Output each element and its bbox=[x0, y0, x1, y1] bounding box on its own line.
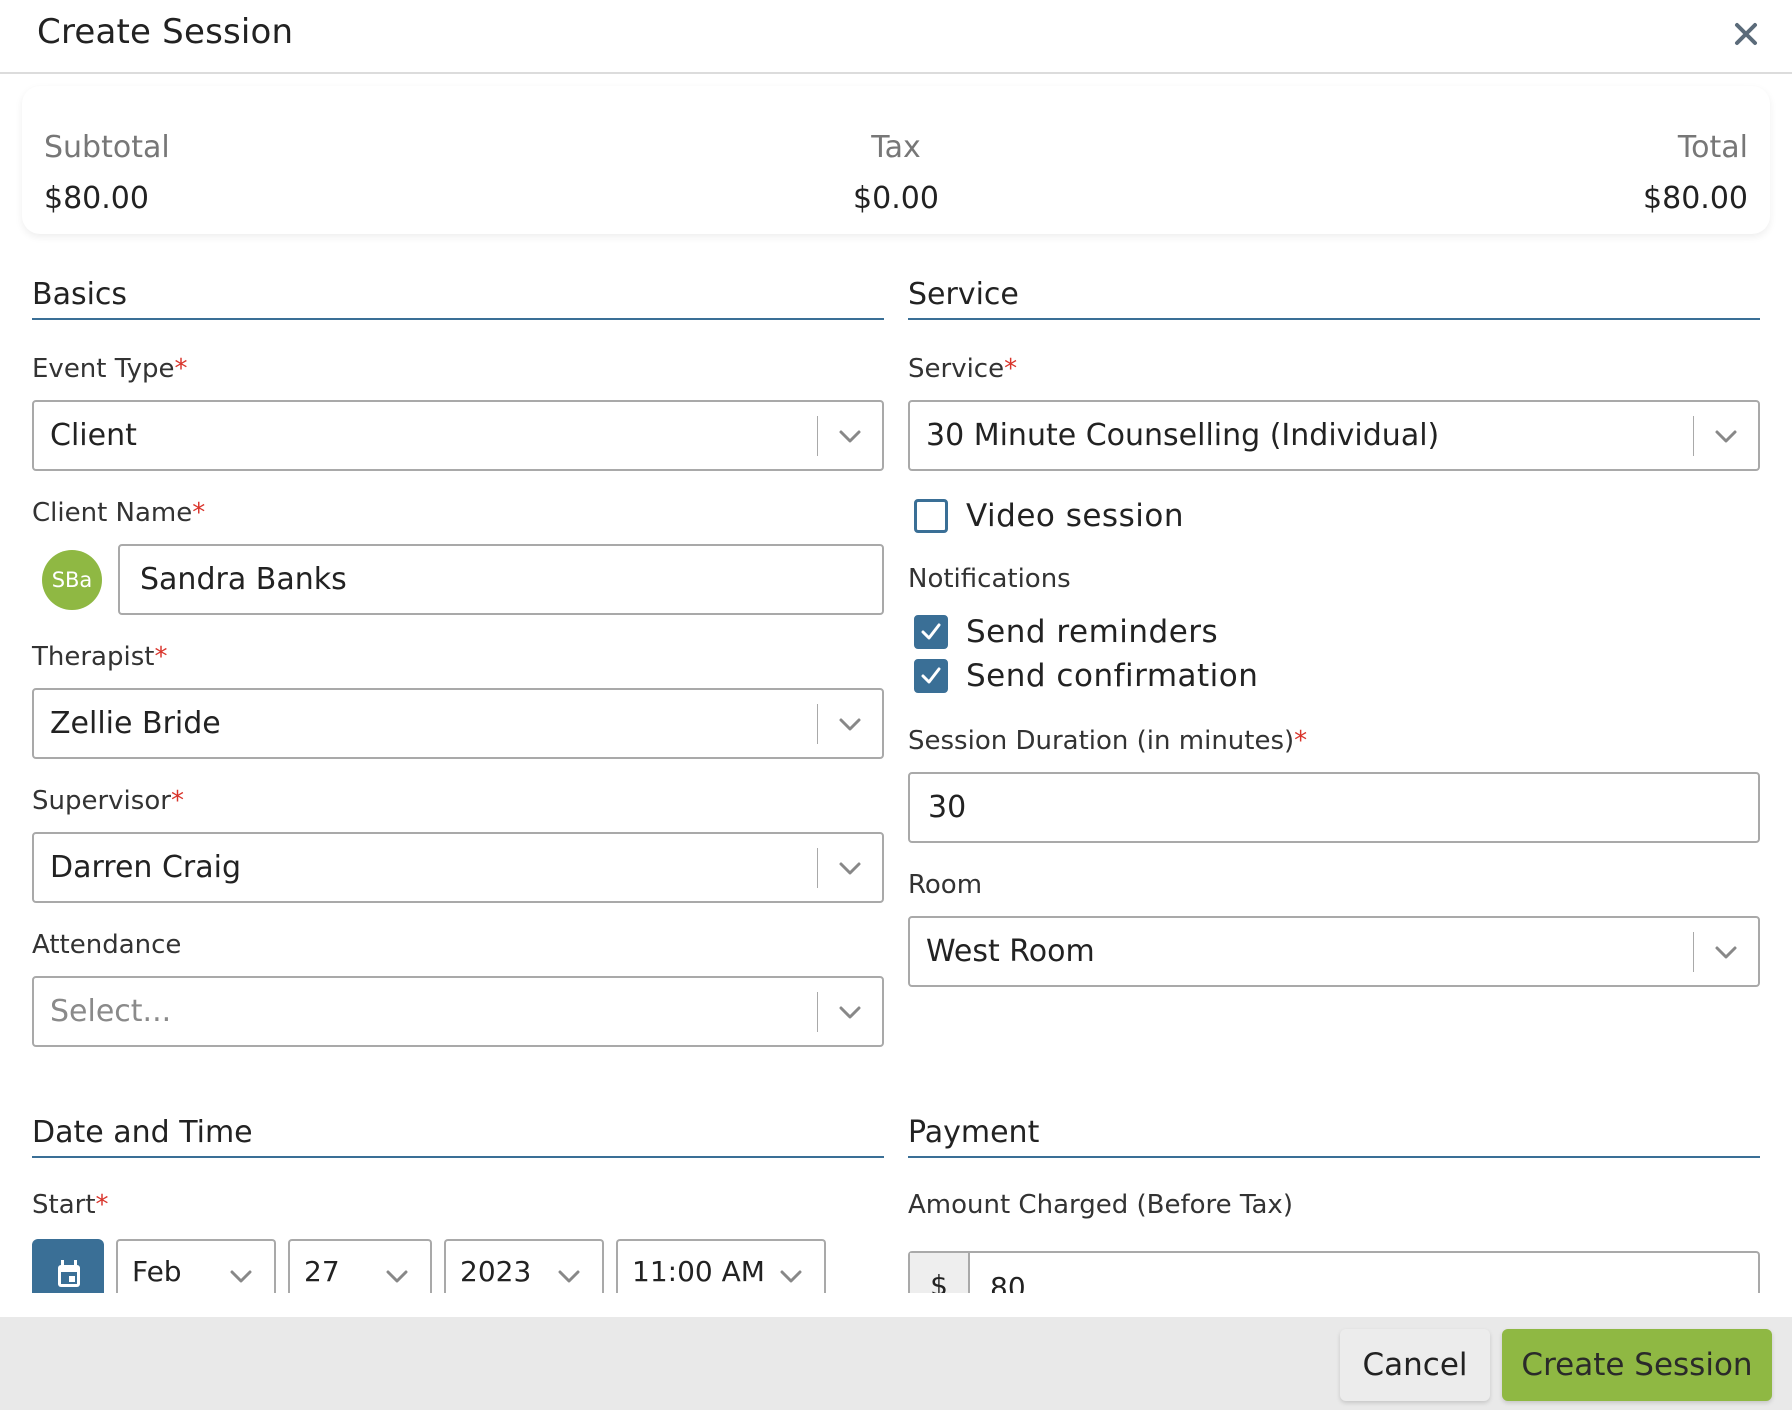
checkbox-checked[interactable] bbox=[914, 659, 948, 693]
required-marker: * bbox=[95, 1190, 109, 1220]
service-label-text: Service bbox=[908, 354, 1005, 384]
day-value: 27 bbox=[304, 1255, 340, 1288]
chevron-down-icon bbox=[839, 430, 861, 443]
supervisor-value: Darren Craig bbox=[50, 850, 242, 885]
close-icon bbox=[1735, 23, 1757, 45]
room-label: Room bbox=[908, 870, 983, 900]
select-separator bbox=[1693, 416, 1694, 456]
chevron-down-icon bbox=[839, 1006, 861, 1019]
therapist-value: Zellie Bride bbox=[50, 706, 221, 741]
start-label: Start* bbox=[32, 1190, 109, 1220]
client-name-label: Client Name* bbox=[32, 498, 205, 528]
chevron-down-icon bbox=[1715, 430, 1737, 443]
select-separator bbox=[817, 992, 818, 1032]
select-separator bbox=[817, 416, 818, 456]
video-session-label: Video session bbox=[966, 498, 1184, 534]
month-value: Feb bbox=[132, 1255, 182, 1288]
duration-label: Session Duration (in minutes)* bbox=[908, 726, 1307, 756]
section-basics: Basics bbox=[32, 276, 884, 320]
attendance-placeholder: Select... bbox=[50, 994, 172, 1029]
right-column: Service Service* 30 Minute Counselling (… bbox=[908, 76, 1760, 1293]
checkbox-unchecked[interactable] bbox=[914, 499, 948, 533]
client-avatar: SBa bbox=[42, 550, 102, 610]
currency-prefix: $ bbox=[910, 1253, 970, 1293]
supervisor-select[interactable]: Darren Craig bbox=[32, 832, 884, 903]
calendar-button[interactable] bbox=[32, 1239, 104, 1293]
therapist-label-text: Therapist bbox=[32, 642, 155, 672]
cancel-button[interactable]: Cancel bbox=[1340, 1329, 1490, 1401]
required-marker: * bbox=[1004, 354, 1018, 384]
checkbox-checked[interactable] bbox=[914, 615, 948, 649]
notifications-label: Notifications bbox=[908, 564, 1071, 594]
select-separator bbox=[817, 704, 818, 744]
amount-label: Amount Charged (Before Tax) bbox=[908, 1190, 1293, 1220]
close-button[interactable] bbox=[1726, 14, 1766, 54]
dialog-body: Subtotal $80.00 Tax $0.00 Total $80.00 B… bbox=[0, 76, 1792, 1293]
chevron-down-icon bbox=[1715, 946, 1737, 959]
send-reminders-label: Send reminders bbox=[966, 614, 1219, 650]
send-confirmation-label: Send confirmation bbox=[966, 658, 1259, 694]
required-marker: * bbox=[174, 354, 188, 384]
checkmark-icon bbox=[921, 667, 941, 684]
room-select[interactable]: West Room bbox=[908, 916, 1760, 987]
calendar-icon bbox=[58, 1260, 80, 1287]
chevron-down-icon bbox=[230, 1270, 252, 1283]
required-marker: * bbox=[192, 498, 206, 528]
client-name-value: Sandra Banks bbox=[140, 562, 347, 597]
day-select[interactable]: 27 bbox=[288, 1239, 432, 1293]
event-type-label-text: Event Type bbox=[32, 354, 175, 384]
month-select[interactable]: Feb bbox=[116, 1239, 276, 1293]
dialog-title: Create Session bbox=[37, 12, 294, 52]
time-value: 11:00 AM bbox=[632, 1255, 765, 1288]
supervisor-label-text: Supervisor bbox=[32, 786, 171, 816]
required-marker: * bbox=[170, 786, 184, 816]
left-column: Basics Event Type* Client Client Name* S… bbox=[32, 76, 884, 1293]
service-select[interactable]: 30 Minute Counselling (Individual) bbox=[908, 400, 1760, 471]
dialog-footer: Cancel Create Session bbox=[0, 1317, 1792, 1410]
year-value: 2023 bbox=[460, 1255, 532, 1288]
attendance-select[interactable]: Select... bbox=[32, 976, 884, 1047]
chevron-down-icon bbox=[558, 1270, 580, 1283]
time-select[interactable]: 11:00 AM bbox=[616, 1239, 826, 1293]
attendance-label: Attendance bbox=[32, 930, 182, 960]
event-type-label: Event Type* bbox=[32, 354, 187, 384]
dialog-header: Create Session bbox=[0, 0, 1792, 74]
required-marker: * bbox=[154, 642, 168, 672]
section-service: Service bbox=[908, 276, 1760, 320]
supervisor-label: Supervisor* bbox=[32, 786, 184, 816]
chevron-down-icon bbox=[839, 718, 861, 731]
chevron-down-icon bbox=[386, 1270, 408, 1283]
select-separator bbox=[817, 848, 818, 888]
start-label-text: Start bbox=[32, 1190, 96, 1220]
duration-input[interactable]: 30 bbox=[908, 772, 1760, 843]
checkmark-icon bbox=[921, 623, 941, 640]
client-name-label-text: Client Name bbox=[32, 498, 193, 528]
chevron-down-icon bbox=[780, 1270, 802, 1283]
section-payment: Payment bbox=[908, 1114, 1760, 1158]
select-separator bbox=[1693, 932, 1694, 972]
amount-input[interactable]: $ 80 bbox=[908, 1251, 1760, 1293]
event-type-select[interactable]: Client bbox=[32, 400, 884, 471]
client-name-input[interactable]: Sandra Banks bbox=[118, 544, 884, 615]
amount-value: 80 bbox=[990, 1271, 1026, 1293]
service-label: Service* bbox=[908, 354, 1017, 384]
room-value: West Room bbox=[926, 934, 1095, 969]
required-marker: * bbox=[1294, 726, 1308, 756]
duration-value: 30 bbox=[928, 790, 967, 825]
create-session-button[interactable]: Create Session bbox=[1502, 1329, 1772, 1401]
service-value: 30 Minute Counselling (Individual) bbox=[926, 418, 1440, 453]
therapist-select[interactable]: Zellie Bride bbox=[32, 688, 884, 759]
chevron-down-icon bbox=[839, 862, 861, 875]
therapist-label: Therapist* bbox=[32, 642, 167, 672]
section-date-time: Date and Time bbox=[32, 1114, 884, 1158]
event-type-value: Client bbox=[50, 418, 137, 453]
year-select[interactable]: 2023 bbox=[444, 1239, 604, 1293]
duration-label-text: Session Duration (in minutes) bbox=[908, 726, 1295, 756]
